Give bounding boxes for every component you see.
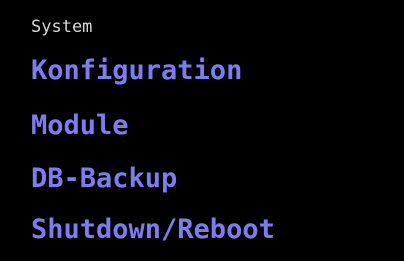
- menu-item-db-backup[interactable]: DB-Backup: [31, 163, 177, 195]
- menu-item-shutdown-reboot[interactable]: Shutdown/Reboot: [31, 214, 275, 246]
- menu-item-module[interactable]: Module: [31, 110, 129, 142]
- section-title: System: [31, 17, 93, 37]
- system-menu: System Konfiguration Module DB-Backup Sh…: [0, 0, 404, 261]
- menu-item-konfiguration[interactable]: Konfiguration: [31, 55, 242, 87]
